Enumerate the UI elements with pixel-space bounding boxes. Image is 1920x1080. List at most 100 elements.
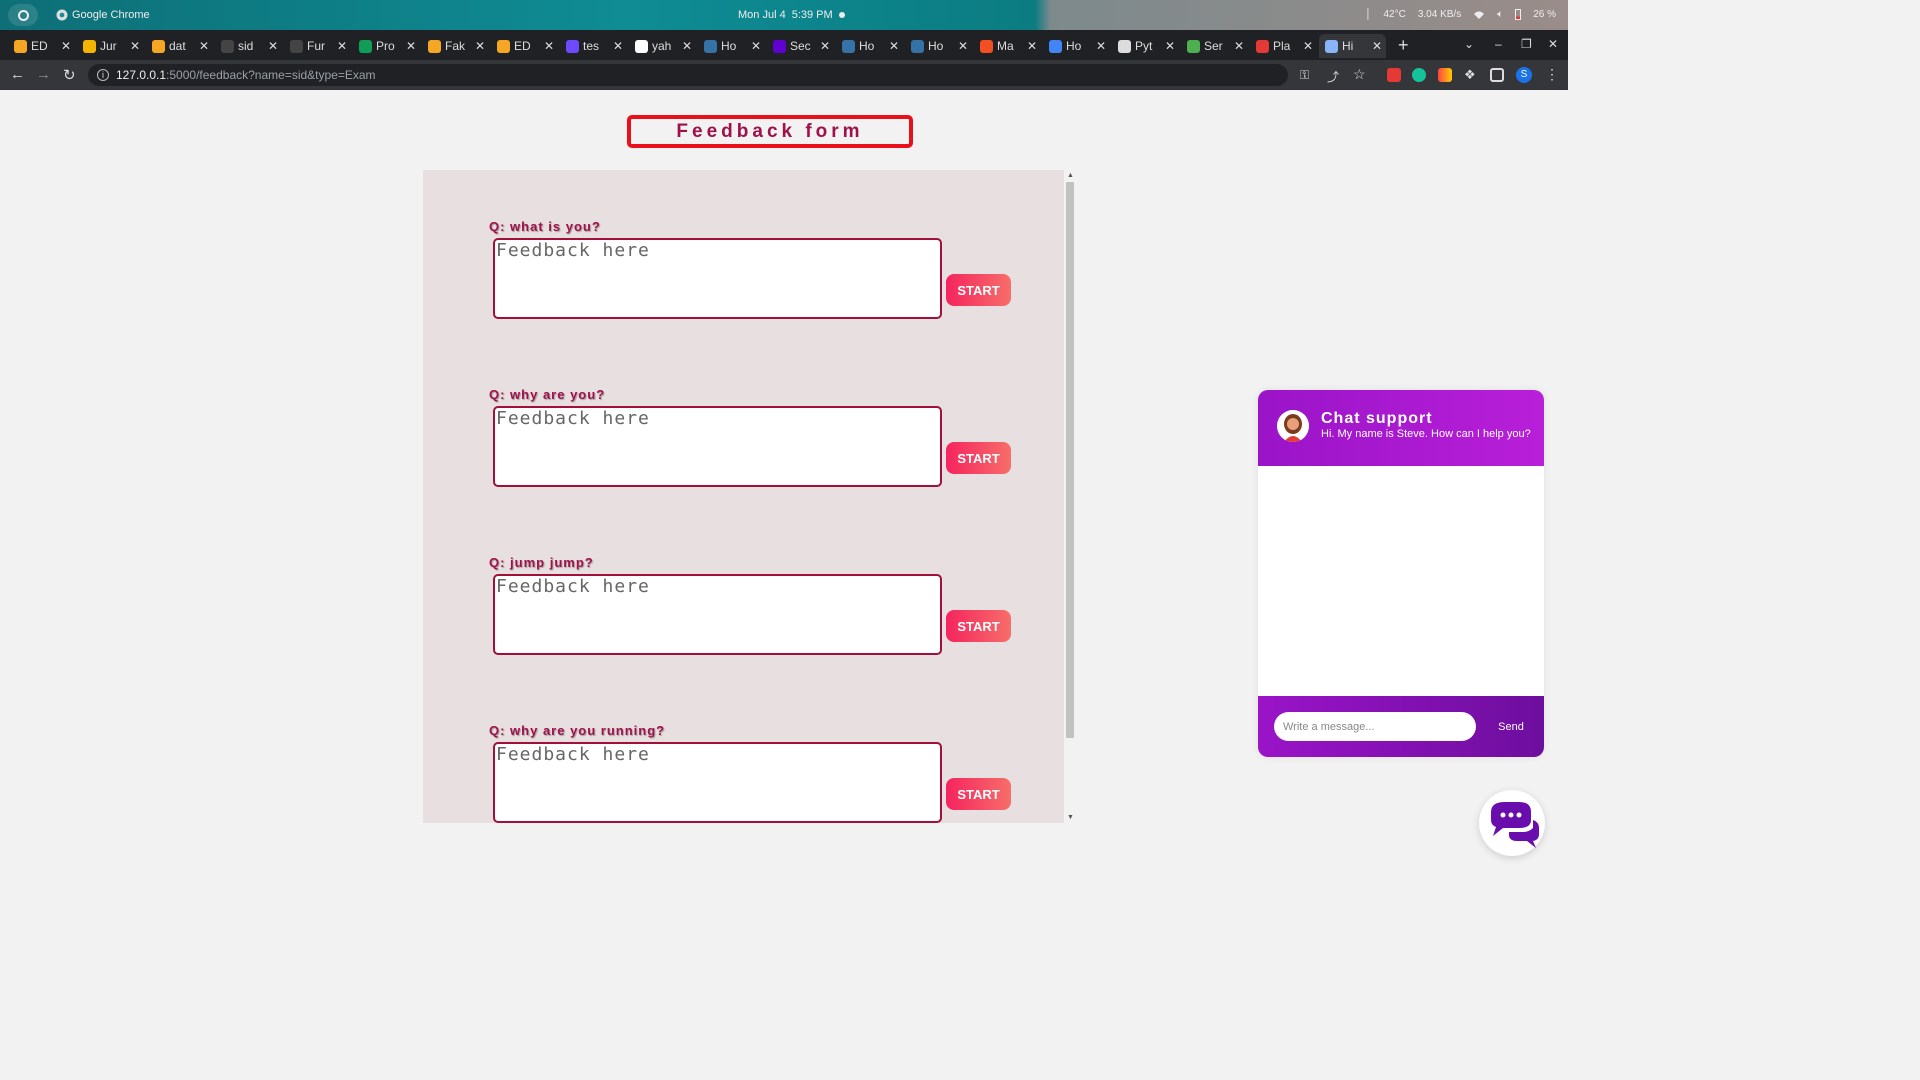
browser-tab[interactable]: ED ✕ [8,34,75,58]
tab-close-icon[interactable]: ✕ [61,39,71,53]
browser-tab[interactable]: Sec ✕ [767,34,834,58]
tab-label: Fak [445,39,466,53]
extension-icon-3[interactable] [1438,68,1452,82]
tab-favicon-icon [152,39,165,53]
browser-tab[interactable]: Ho ✕ [836,34,903,58]
menu-kebab-icon[interactable]: ⋮ [1545,66,1559,83]
browser-tab[interactable]: tes ✕ [560,34,627,58]
toolbar: ← → ↻ i 127.0.0.1:5000/feedback?name=sid… [0,60,1568,90]
question-text: Q: what is you? [489,219,601,234]
browser-tab[interactable]: Ho ✕ [905,34,972,58]
tab-favicon-icon [566,39,579,53]
tab-close-icon[interactable]: ✕ [1303,39,1313,53]
tab-close-icon[interactable]: ✕ [820,39,830,53]
tab-close-icon[interactable]: ✕ [682,39,692,53]
tab-close-icon[interactable]: ✕ [889,39,899,53]
system-tray[interactable]: │ 42°C 3.04 KB/s 🔈︎ 26 % [1365,9,1556,20]
feedback-textarea[interactable] [493,742,942,823]
start-button[interactable]: START [946,442,1011,474]
tab-close-icon[interactable]: ✕ [406,39,416,53]
site-info-icon[interactable]: i [97,69,109,81]
start-button[interactable]: START [946,778,1011,810]
wifi-icon [1474,11,1485,19]
scroll-down-arrow-icon[interactable]: ▼ [1067,814,1074,821]
side-panel-icon[interactable] [1490,68,1504,82]
page: Feedback form Q: what is you?STARTQ: why… [0,90,1568,882]
browser-tab[interactable]: Fur ✕ [284,34,351,58]
key-icon[interactable]: ⚿ [1300,68,1309,83]
tab-close-icon[interactable]: ✕ [199,39,209,53]
browser-tab[interactable]: yah ✕ [629,34,696,58]
tab-close-icon[interactable]: ✕ [475,39,485,53]
tab-close-icon[interactable]: ✕ [751,39,761,53]
activities-icon [18,10,29,21]
extensions-puzzle-icon[interactable]: ❖ [1464,67,1476,83]
tab-close-icon[interactable]: ✕ [1027,39,1037,53]
battery-text: 26 % [1533,9,1556,20]
question-text: Q: why are you running? [489,723,666,738]
tab-favicon-icon [1049,39,1062,53]
bookmark-star-icon[interactable]: ☆ [1353,66,1366,83]
start-button[interactable]: START [946,610,1011,642]
feedback-textarea[interactable] [493,406,942,487]
minimize-button[interactable]: – [1495,37,1502,51]
browser-tab[interactable]: Ho ✕ [698,34,765,58]
tab-search-button[interactable]: ⌄ [1464,37,1474,51]
tab-close-icon[interactable]: ✕ [1165,39,1175,53]
extension-icon-1[interactable] [1387,68,1401,82]
address-bar[interactable]: i 127.0.0.1:5000/feedback?name=sid&type=… [88,64,1288,86]
question-block: Q: why are you running? START [489,723,1029,823]
tab-favicon-icon [83,39,96,53]
tab-close-icon[interactable]: ✕ [958,39,968,53]
scrollbar-thumb[interactable] [1066,182,1074,738]
chat-launcher-button[interactable] [1479,790,1545,856]
activities-button[interactable] [8,4,38,26]
browser-tab[interactable]: Hi ✕ [1319,34,1386,58]
browser-tab[interactable]: dat ✕ [146,34,213,58]
tab-close-icon[interactable]: ✕ [268,39,278,53]
chat-footer: Send [1258,696,1544,757]
browser-tab[interactable]: Ma ✕ [974,34,1041,58]
browser-tab[interactable]: Pla ✕ [1250,34,1317,58]
scroll-up-arrow-icon[interactable]: ▲ [1067,172,1074,179]
thermometer-icon: │ [1365,9,1372,20]
app-name: Google Chrome [72,9,150,21]
question-text: Q: jump jump? [489,555,594,570]
tab-close-icon[interactable]: ✕ [1096,39,1106,53]
browser-tab[interactable]: Ho ✕ [1043,34,1110,58]
feedback-textarea[interactable] [493,574,942,655]
tab-favicon-icon [704,39,717,53]
browser-tab[interactable]: Fak ✕ [422,34,489,58]
profile-avatar[interactable]: S [1516,67,1532,83]
browser-tab[interactable]: Ser ✕ [1181,34,1248,58]
browser-tab[interactable]: sid ✕ [215,34,282,58]
tab-close-icon[interactable]: ✕ [1372,39,1382,53]
forward-button[interactable]: → [36,66,51,83]
new-tab-button[interactable]: + [1398,35,1409,56]
feedback-textarea[interactable] [493,238,942,319]
grammarly-icon[interactable] [1412,68,1426,82]
tab-label: dat [169,39,186,53]
browser-tab[interactable]: Jur ✕ [77,34,144,58]
back-button[interactable]: ← [10,66,25,83]
close-window-button[interactable]: ✕ [1548,37,1558,51]
tab-close-icon[interactable]: ✕ [337,39,347,53]
app-menu[interactable]: Google Chrome [56,9,150,21]
browser-tab[interactable]: ED ✕ [491,34,558,58]
browser-tab[interactable]: Pyt ✕ [1112,34,1179,58]
form-scrollbar[interactable]: ▲ ▼ [1064,170,1076,823]
chat-message-input[interactable] [1274,712,1476,741]
chat-send-button[interactable]: Send [1486,712,1536,741]
browser-tab[interactable]: Pro ✕ [353,34,420,58]
tab-close-icon[interactable]: ✕ [613,39,623,53]
restore-button[interactable]: ❐ [1521,37,1532,51]
tab-close-icon[interactable]: ✕ [1234,39,1244,53]
clock[interactable]: Mon Jul 4 5:39 PM [738,9,845,21]
tab-label: sid [238,39,254,53]
reload-button[interactable]: ↻ [63,66,76,84]
tab-close-icon[interactable]: ✕ [130,39,140,53]
chrome-icon [56,9,68,21]
tab-close-icon[interactable]: ✕ [544,39,554,53]
share-icon[interactable]: ⤴ [1327,68,1339,85]
start-button[interactable]: START [946,274,1011,306]
